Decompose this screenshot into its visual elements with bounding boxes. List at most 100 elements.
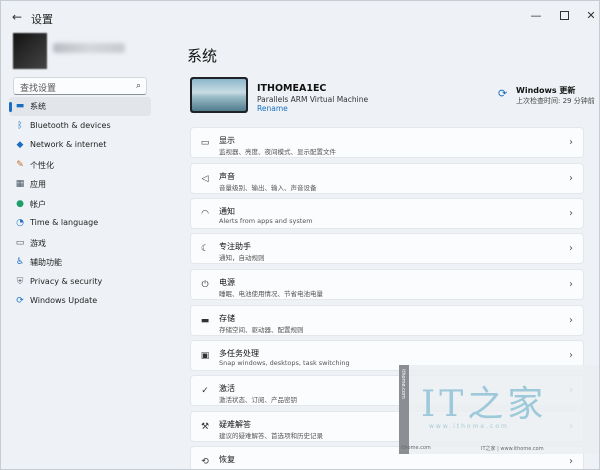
active-indicator [9, 102, 12, 112]
setting-card-power[interactable]: ⏻ 电源 睡眠、电池使用情况、节省电池电量 › [190, 269, 584, 300]
card-title: 声音 [219, 172, 235, 181]
sidebar-item-label: Time & language [30, 218, 99, 227]
close-icon: ✕ [586, 9, 596, 22]
watermark: ithome.com IT之家 www.ithome.com ithome.co… [399, 365, 599, 454]
brush-icon: ✎ [16, 160, 24, 170]
bluetooth-icon: ᛒ [17, 121, 23, 131]
setting-card-sound[interactable]: ◁ 声音 音量级别、输出、输入、声音设备 › [190, 163, 584, 194]
sidebar-item-label: Network & internet [30, 140, 107, 149]
card-title: 显示 [219, 136, 235, 145]
page-title: 系统 [187, 47, 218, 65]
wifi-icon: ◆ [16, 140, 24, 150]
minimize-button[interactable]: — [525, 7, 547, 25]
watermark-strip: ithome.com [399, 365, 409, 454]
sidebar-item-label: 系统 [30, 102, 46, 111]
sidebar-item-network[interactable]: ◆ Network & internet [9, 136, 151, 155]
setting-card-storage[interactable]: ▬ 存储 存储空间、驱动器、配置规则 › [190, 305, 584, 336]
sidebar-item-system[interactable]: ▬ 系统 [9, 97, 151, 116]
app-title: 设置 [31, 13, 53, 26]
setting-card-notifications[interactable]: ◠ 通知 Alerts from apps and system › [190, 198, 584, 229]
sidebar-item-label: 辅助功能 [30, 258, 62, 267]
setting-card-display[interactable]: ▭ 显示 监视器、亮度、夜间模式、显示配置文件 › [190, 127, 584, 158]
multitask-icon: ▣ [200, 351, 210, 361]
card-subtitle: 激活状态、订阅、产品密钥 [219, 396, 297, 404]
card-subtitle: 睡眠、电池使用情况、节省电池电量 [219, 290, 323, 298]
bell-icon: ◠ [201, 209, 209, 219]
gamepad-icon: ▭ [15, 238, 25, 248]
sidebar-item-label: 帐户 [30, 200, 46, 209]
sidebar-item-apps[interactable]: ▦ 应用 [9, 175, 151, 194]
sidebar-item-label: 个性化 [30, 161, 54, 170]
shield-icon: ⛨ [16, 277, 24, 287]
close-button[interactable]: ✕ [580, 7, 599, 25]
arrow-left-icon: ← [11, 10, 23, 24]
back-button[interactable]: ← [9, 9, 25, 25]
update-icon: ⟳ [16, 296, 24, 306]
device-thumbnail [190, 77, 248, 113]
windows-update-icon[interactable]: ⟳ [498, 88, 510, 100]
sidebar-item-accessibility[interactable]: ♿ 辅助功能 [9, 253, 151, 272]
watermark-logo: IT之家 [421, 384, 548, 425]
apps-icon: ▦ [15, 179, 25, 189]
chevron-right-icon: › [569, 137, 573, 148]
minimize-icon: — [530, 9, 542, 22]
device-model: Parallels ARM Virtual Machine [257, 95, 369, 104]
card-title: 恢复 [219, 455, 235, 464]
sidebar-item-label: Privacy & security [30, 277, 103, 286]
globe-clock-icon: ◔ [16, 218, 24, 228]
chevron-right-icon: › [569, 243, 573, 254]
display-icon: ▭ [200, 138, 210, 148]
chevron-right-icon: › [569, 173, 573, 184]
speaker-icon: ◁ [201, 174, 209, 184]
windows-update-title[interactable]: Windows 更新 [516, 85, 575, 96]
sidebar-item-time-language[interactable]: ◔ Time & language [9, 214, 151, 233]
rename-link[interactable]: Rename [257, 104, 288, 113]
device-name: ITHOMEA1EC [257, 83, 327, 94]
setting-card-focus-assist[interactable]: ☾ 专注助手 通知，自动规则 › [190, 233, 584, 264]
accessibility-icon: ♿ [15, 257, 25, 267]
avatar[interactable] [13, 33, 47, 69]
card-title: 疑难解答 [219, 420, 251, 429]
chevron-right-icon: › [569, 208, 573, 219]
sidebar-item-accounts[interactable]: ● 帐户 [9, 195, 151, 214]
sidebar-item-label: Windows Update [30, 296, 98, 305]
sidebar-item-bluetooth[interactable]: ᛒ Bluetooth & devices [9, 117, 151, 136]
watermark-caption-left: ithome.com [401, 445, 431, 451]
sidebar-item-label: 游戏 [30, 239, 46, 248]
chevron-right-icon: › [569, 350, 573, 361]
chevron-right-icon: › [569, 456, 573, 467]
windows-update-status: 上次检查时间: 29 分钟前 [516, 97, 595, 105]
sidebar-item-gaming[interactable]: ▭ 游戏 [9, 234, 151, 253]
chevron-right-icon: › [569, 315, 573, 326]
card-title: 专注助手 [219, 242, 251, 251]
card-subtitle: Alerts from apps and system [219, 217, 313, 225]
card-title: 电源 [219, 278, 235, 287]
sidebar-item-personalization[interactable]: ✎ 个性化 [9, 156, 151, 175]
monitor-icon: ▬ [15, 101, 25, 111]
sidebar-item-windows-update[interactable]: ⟳ Windows Update [9, 292, 151, 311]
maximize-button[interactable] [553, 7, 575, 25]
search-input[interactable]: 查找设置 ⌕ [13, 77, 147, 95]
card-subtitle: 建议的疑难解答、首选项和历史记录 [219, 432, 323, 440]
settings-window: ← 设置 — ✕ 查找设置 ⌕ ▬ 系统 ᛒ Bluetooth & devic… [0, 0, 600, 470]
check-circle-icon: ✓ [201, 386, 209, 396]
maximize-icon [559, 10, 569, 20]
card-subtitle: 通知，自动规则 [219, 254, 265, 262]
sidebar-item-label: Bluetooth & devices [30, 121, 111, 130]
sidebar-item-label: 应用 [30, 180, 46, 189]
storage-icon: ▬ [200, 316, 210, 326]
card-subtitle: Snap windows, desktops, task switching [219, 359, 350, 367]
card-title: 存储 [219, 314, 235, 323]
watermark-caption-right: IT之家 | www.ithome.com [481, 446, 544, 452]
card-title: 激活 [219, 384, 235, 393]
card-title: 通知 [219, 207, 235, 216]
power-icon: ⏻ [201, 280, 209, 290]
wrench-icon: ⚒ [200, 422, 210, 432]
card-subtitle: 监视器、亮度、夜间模式、显示配置文件 [219, 148, 336, 156]
title-bar: ← 设置 — ✕ [1, 1, 599, 33]
search-icon: ⌕ [135, 81, 141, 91]
username-blurred [53, 43, 125, 53]
chevron-right-icon: › [569, 279, 573, 290]
sidebar-item-privacy[interactable]: ⛨ Privacy & security [9, 273, 151, 292]
moon-icon: ☾ [200, 244, 210, 254]
